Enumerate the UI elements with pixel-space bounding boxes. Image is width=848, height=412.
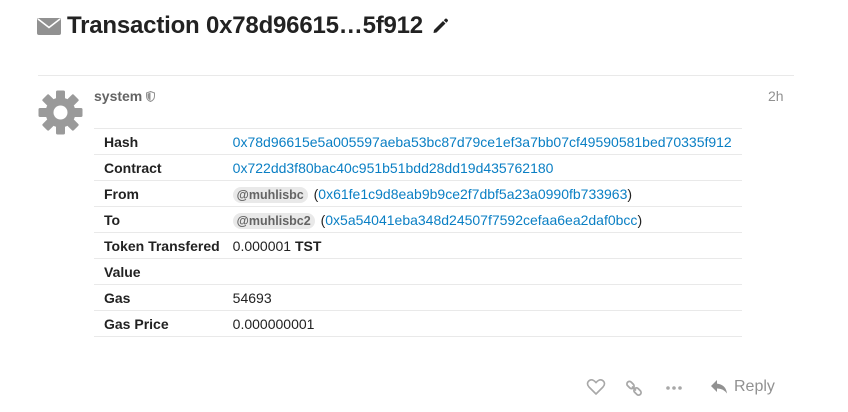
from-mention[interactable]: @muhlisbc xyxy=(232,186,308,203)
row-label: Contract xyxy=(94,154,230,181)
table-row: To @muhlisbc2 (0x5a54041eba348d24507f759… xyxy=(94,206,742,233)
row-label: Gas Price xyxy=(94,310,230,337)
from-address-link[interactable]: 0x61fe1c9d8eab9b9ce2f7dbf5a23a0990fb7339… xyxy=(318,186,627,202)
gas-price-value: 0.000000001 xyxy=(229,310,742,337)
table-row: Token Transfered 0.000001 TST xyxy=(94,232,742,259)
post-author[interactable]: system xyxy=(94,88,156,104)
link-icon[interactable] xyxy=(624,378,644,398)
table-row: Contract 0x722dd3f80bac40c951b51bdd28dd1… xyxy=(94,154,742,181)
ellipsis-icon[interactable] xyxy=(664,378,684,398)
table-row: Gas Price 0.000000001 xyxy=(94,310,742,337)
pencil-icon[interactable] xyxy=(431,17,449,35)
table-row: Gas 54693 xyxy=(94,284,742,311)
token-symbol: TST xyxy=(294,237,322,254)
post-time[interactable]: 2h xyxy=(768,88,784,104)
row-label: To xyxy=(94,206,230,233)
heart-icon[interactable] xyxy=(586,378,606,396)
row-label: Gas xyxy=(94,284,230,311)
paren-close: ) xyxy=(637,211,643,228)
topic-divider xyxy=(38,75,794,76)
envelope-icon xyxy=(37,17,61,35)
to-mention[interactable]: @muhlisbc2 xyxy=(232,212,315,229)
paren-close: ) xyxy=(627,185,633,202)
value-cell xyxy=(229,258,742,285)
shield-icon xyxy=(146,90,156,102)
row-label: Token Transfered xyxy=(94,232,230,259)
page-title: Transaction 0x78d96615…5f912 xyxy=(67,12,423,39)
to-address-link[interactable]: 0x5a54041eba348d24507f7592cefaa6ea2daf0b… xyxy=(325,212,637,228)
reply-button[interactable]: Reply xyxy=(710,378,775,396)
reply-arrow-icon xyxy=(711,380,727,394)
row-label: From xyxy=(94,180,230,207)
table-row: Value xyxy=(94,258,742,285)
transaction-table: Hash 0x78d96615e5a005597aeba53bc87d79ce1… xyxy=(94,128,742,337)
hash-link[interactable]: 0x78d96615e5a005597aeba53bc87d79ce1ef3a7… xyxy=(233,134,732,150)
gear-icon[interactable] xyxy=(38,90,83,135)
table-row: Hash 0x78d96615e5a005597aeba53bc87d79ce1… xyxy=(94,128,742,155)
row-label: Value xyxy=(94,258,230,285)
username[interactable]: system xyxy=(94,88,142,104)
token-amount: 0.000001 xyxy=(232,237,292,254)
table-row: From @muhlisbc (0x61fe1c9d8eab9b9ce2f7db… xyxy=(94,180,742,207)
contract-link[interactable]: 0x722dd3f80bac40c951b51bdd28dd19d4357621… xyxy=(233,160,554,176)
reply-label: Reply xyxy=(734,378,775,395)
row-label: Hash xyxy=(94,128,230,155)
topic-header: Transaction 0x78d96615…5f912 xyxy=(37,12,449,40)
gas-value: 54693 xyxy=(229,284,742,311)
